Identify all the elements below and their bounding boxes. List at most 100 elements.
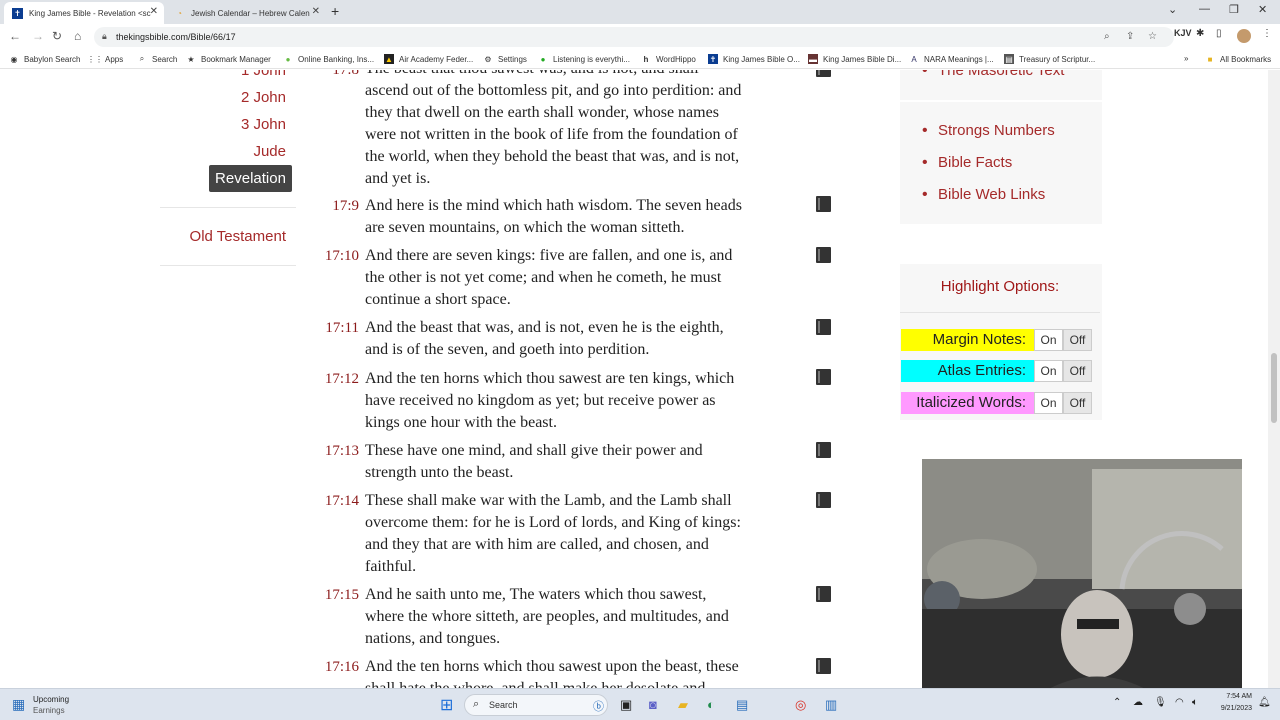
extensions-icon[interactable]: ✱: [1196, 28, 1204, 39]
chat-icon[interactable]: ◙: [649, 697, 657, 712]
notes-icon[interactable]: [816, 369, 831, 385]
close-icon[interactable]: ✕: [312, 6, 320, 17]
italicized-words-on-button[interactable]: On: [1034, 392, 1063, 414]
bookmark-banking[interactable]: ● Online Banking, Ins...: [283, 54, 374, 64]
atlas-entries-off-button[interactable]: Off: [1063, 360, 1092, 382]
avatar[interactable]: [1237, 29, 1251, 43]
store-icon[interactable]: ▤: [736, 697, 748, 713]
italicized-words-off-button[interactable]: Off: [1063, 392, 1092, 414]
tab-calendar[interactable]: ◔ Jewish Calendar – Hebrew Calen ✕: [166, 2, 326, 24]
notes-icon[interactable]: [816, 247, 831, 263]
onedrive-icon[interactable]: ☁: [1133, 697, 1143, 708]
verse-number: 17:8: [332, 70, 359, 78]
bookmark-kjb-online[interactable]: ✝ King James Bible O...: [708, 54, 800, 64]
kjv-extension-icon[interactable]: KJV: [1174, 28, 1192, 38]
bookmark-manager[interactable]: ★ Bookmark Manager: [186, 54, 270, 64]
bing-icon: ⓑ: [593, 701, 604, 713]
book-link-2-john[interactable]: 2 John: [241, 89, 286, 106]
task-view-icon[interactable]: ▣: [620, 697, 632, 713]
book-link-3-john[interactable]: 3 John: [241, 116, 286, 133]
bookmark-all[interactable]: ■ All Bookmarks: [1205, 54, 1272, 64]
strongs-numbers-link[interactable]: Strongs Numbers: [922, 122, 1055, 140]
bookmark-kjb-dictionary[interactable]: ▬ King James Bible Di...: [808, 54, 901, 64]
taskbar-search-input[interactable]: ⌕ Search ⓑ: [464, 694, 608, 716]
page-scrollbar[interactable]: [1268, 70, 1280, 688]
app-icon[interactable]: ▥: [825, 697, 837, 713]
search-placeholder: Search: [489, 700, 518, 710]
chrome-icon[interactable]: ◎: [795, 697, 806, 713]
notes-icon[interactable]: [816, 196, 831, 212]
search-icon: ⌕: [473, 698, 480, 710]
bookmark-treasury[interactable]: ▤ Treasury of Scriptur...: [1004, 54, 1095, 64]
highlight-options-title: Highlight Options:: [940, 278, 1060, 295]
bookmark-listening[interactable]: ● Listening is everythi...: [538, 54, 630, 64]
bookmark-babylon[interactable]: ◉ Babylon Search: [9, 54, 81, 64]
home-icon[interactable]: ⌂: [74, 29, 81, 43]
margin-notes-off-button[interactable]: Off: [1063, 329, 1092, 351]
new-tab-button[interactable]: +: [331, 3, 339, 19]
verse-number: 17:10: [324, 248, 359, 264]
bookmark-search[interactable]: ⌕ Search: [137, 54, 178, 64]
margin-notes-on-button[interactable]: On: [1034, 329, 1063, 351]
masoretic-text-link[interactable]: The Masoretic Text: [922, 70, 1065, 80]
window-close-icon[interactable]: ✕: [1258, 3, 1267, 16]
atlas-entries-on-button[interactable]: On: [1034, 360, 1063, 382]
divider: [900, 312, 1100, 313]
bookmark-settings[interactable]: ⚙ Settings: [483, 54, 527, 64]
notification-bell-icon[interactable]: 🔔︎: [1258, 697, 1271, 708]
side-panel-icon[interactable]: ▯: [1216, 28, 1222, 39]
scrollbar-thumb[interactable]: [1271, 353, 1277, 423]
file-explorer-icon[interactable]: ▰: [678, 697, 688, 713]
bookmark-apps[interactable]: ⋮⋮ Apps: [87, 54, 123, 64]
globe-icon: ◉: [10, 54, 18, 64]
bible-web-links-link[interactable]: Bible Web Links: [922, 186, 1045, 204]
volume-icon[interactable]: 🔈︎: [1192, 697, 1198, 708]
weather-widget-icon[interactable]: ▦: [12, 696, 25, 713]
bible-facts-link[interactable]: Bible Facts: [922, 154, 1012, 172]
shield-icon: ▲: [384, 54, 394, 64]
notes-icon[interactable]: [816, 586, 831, 602]
close-icon[interactable]: ✕: [150, 6, 158, 17]
forward-icon[interactable]: →: [32, 29, 44, 43]
verse-text: The beast that thou sawest was, and is n…: [365, 70, 742, 187]
minimize-icon[interactable]: —: [1199, 3, 1210, 15]
widget-title[interactable]: Upcoming: [33, 695, 69, 704]
more-bookmarks-icon[interactable]: »: [1184, 54, 1188, 63]
atlas-entries-label: Atlas Entries:: [901, 360, 1034, 382]
back-icon[interactable]: ←: [9, 29, 21, 43]
url-input[interactable]: 🔒︎ thekingsbible.com/Bible/66/17 ⌕ ⇪ ☆: [94, 27, 1174, 47]
tab-kjb[interactable]: ✝ King James Bible - Revelation <sc ✕: [4, 2, 164, 24]
notes-icon[interactable]: [816, 658, 831, 674]
taskbar: ▦ Upcoming Earnings ⊞ ⌕ Search ⓑ ▣ ◙ ▰ ◐…: [0, 688, 1280, 720]
edge-icon[interactable]: ◐: [707, 697, 715, 712]
bookmark-air-academy[interactable]: ▲ Air Academy Feder...: [384, 54, 473, 64]
listening-icon: ●: [540, 54, 546, 64]
bookmark-wordhippo[interactable]: h WordHippo: [641, 54, 696, 64]
wifi-icon[interactable]: ◠: [1175, 697, 1184, 708]
verse-text: And the beast that was, and is not, even…: [365, 319, 724, 358]
chevron-down-icon[interactable]: ⌄: [1168, 3, 1177, 16]
menu-icon[interactable]: ⋮: [1262, 28, 1272, 39]
star-icon[interactable]: ☆: [1148, 31, 1157, 42]
nara-icon: A: [911, 54, 917, 64]
notes-icon[interactable]: [816, 319, 831, 335]
share-icon[interactable]: ⇪: [1126, 31, 1134, 42]
old-testament-link[interactable]: Old Testament: [190, 228, 286, 245]
book-link-jude[interactable]: Jude: [253, 143, 286, 160]
bookmark-nara[interactable]: A NARA Meanings |...: [909, 54, 993, 64]
notes-icon[interactable]: [816, 442, 831, 458]
lock-icon: 🔒︎: [102, 31, 107, 41]
reload-icon[interactable]: ↻: [52, 29, 62, 43]
divider: [160, 265, 296, 266]
tray-chevron-icon[interactable]: ⌃: [1113, 697, 1121, 708]
microphone-icon[interactable]: 🎙︎: [1154, 697, 1167, 708]
clock-date[interactable]: 9/21/2023: [1212, 705, 1252, 712]
search-icon: ⌕: [139, 54, 145, 63]
notes-icon[interactable]: [816, 70, 831, 77]
notes-icon[interactable]: [816, 492, 831, 508]
restore-icon[interactable]: ❐: [1229, 3, 1239, 16]
start-icon[interactable]: ⊞: [440, 695, 453, 715]
clock-time[interactable]: 7:54 AM: [1216, 693, 1252, 700]
book-link-revelation[interactable]: Revelation: [209, 165, 292, 192]
zoom-icon[interactable]: ⌕: [1104, 31, 1110, 42]
